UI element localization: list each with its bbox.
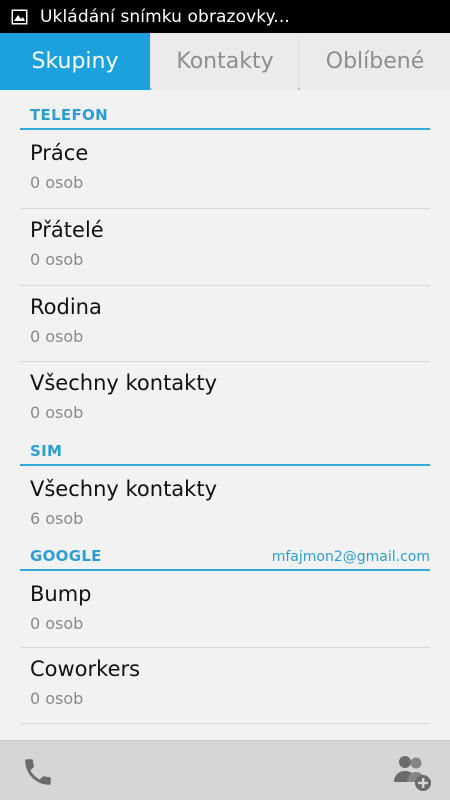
call-button[interactable] <box>16 751 60 793</box>
group-member-count: 0 osob <box>30 403 84 422</box>
group-name: Všechny kontakty <box>30 371 217 395</box>
group-item-bump[interactable]: Bump 0 osob <box>20 573 430 648</box>
group-item-rodina[interactable]: Rodina 0 osob <box>20 286 430 362</box>
tab-oblibene[interactable]: Oblíbené <box>300 33 450 90</box>
group-member-count: 6 osob <box>30 509 84 528</box>
tab-bar: Skupiny Kontakty Oblíbené <box>0 33 450 90</box>
tab-skupiny[interactable]: Skupiny <box>0 33 150 90</box>
group-name: Přátelé <box>30 218 104 242</box>
phone-icon <box>25 759 51 785</box>
add-group-button[interactable] <box>390 751 434 793</box>
image-icon <box>11 9 28 24</box>
group-list[interactable]: TELEFON Práce 0 osob Přátelé 0 osob Rodi… <box>0 90 450 740</box>
status-bar: Ukládání snímku obrazovky... <box>0 0 450 33</box>
section-header-telefon: TELEFON <box>20 104 430 130</box>
group-name: Práce <box>30 141 89 165</box>
group-member-count: 0 osob <box>30 250 84 269</box>
bottom-action-bar <box>0 740 450 800</box>
group-member-count: 0 osob <box>30 173 84 192</box>
group-name: Coworkers <box>30 657 141 681</box>
section-title: TELEFON <box>30 106 108 124</box>
group-member-count: 0 osob <box>30 689 84 708</box>
group-member-count: 0 osob <box>30 327 84 346</box>
group-item-prace[interactable]: Práce 0 osob <box>20 132 430 209</box>
group-member-count: 0 osob <box>30 614 84 633</box>
group-name: Rodina <box>30 295 102 319</box>
group-name: Bump <box>30 582 92 606</box>
group-item-pratele[interactable]: Přátelé 0 osob <box>20 209 430 286</box>
section-title: GOOGLE <box>30 547 102 565</box>
add-group-icon <box>394 756 431 791</box>
group-name: Všechny kontakty <box>30 477 217 501</box>
section-header-sim: SIM <box>20 440 430 466</box>
group-item-vsechny-kontakty-sim[interactable]: Všechny kontakty 6 osob <box>20 468 430 542</box>
account-email: mfajmon2@gmail.com <box>271 549 430 565</box>
group-item-coworkers[interactable]: Coworkers 0 osob <box>20 648 430 724</box>
group-item-vsechny-kontakty-telefon[interactable]: Všechny kontakty 0 osob <box>20 362 430 436</box>
section-header-google: GOOGLE mfajmon2@gmail.com <box>20 545 430 571</box>
tab-kontakty[interactable]: Kontakty <box>152 33 298 90</box>
section-title: SIM <box>30 442 63 460</box>
status-notification-text: Ukládání snímku obrazovky... <box>40 6 290 27</box>
